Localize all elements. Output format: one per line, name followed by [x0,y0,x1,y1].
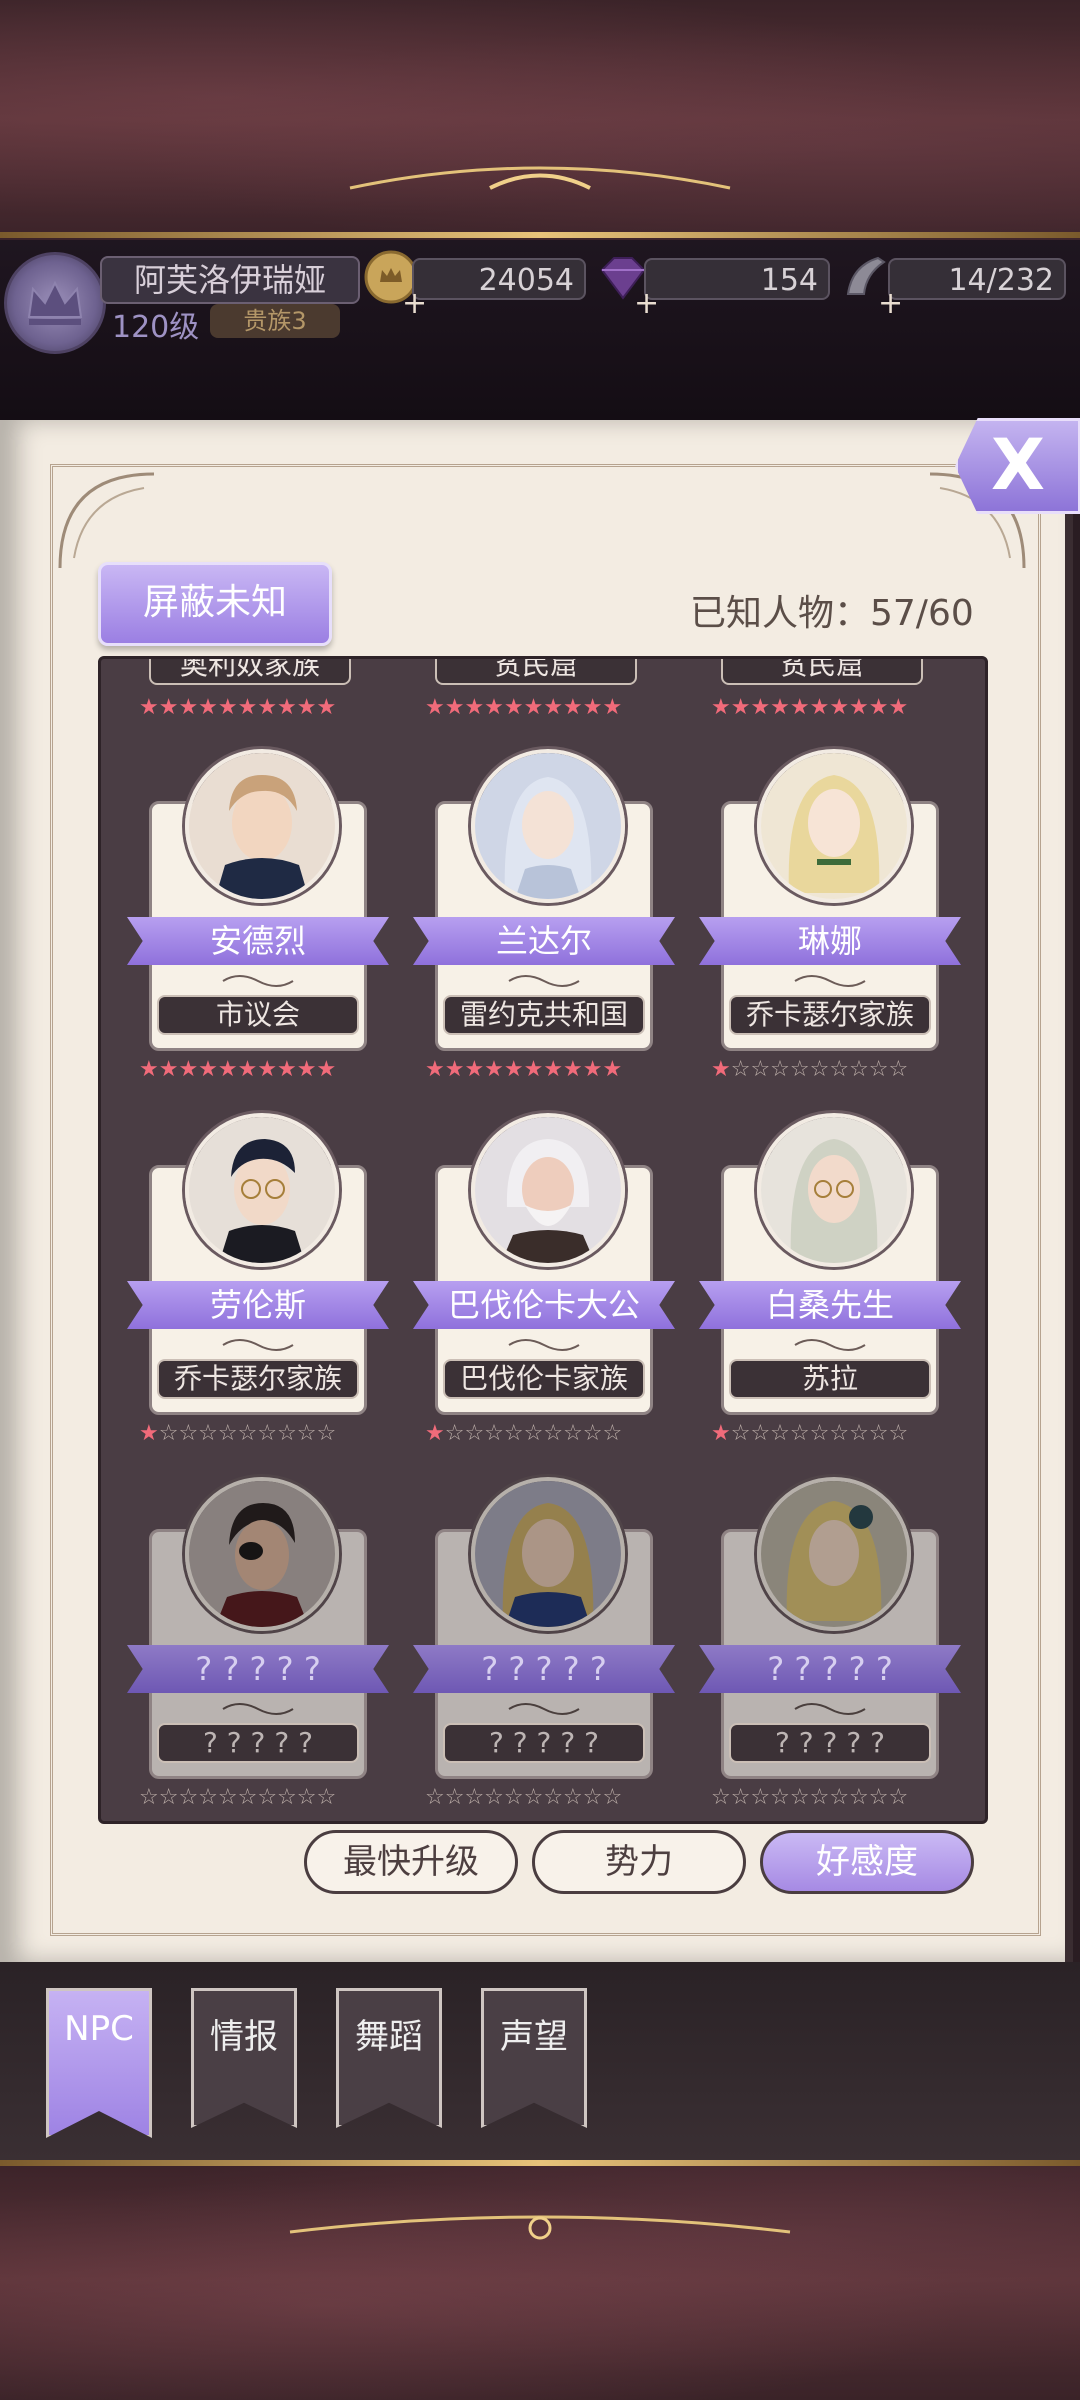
npc-faction: 苏拉 [729,1359,931,1399]
npc-portrait [471,749,625,903]
gem-amount: 154 [644,258,830,300]
npc-faction: 巴伐伦卡家族 [443,1359,645,1399]
npc-card[interactable]: 劳伦斯 乔卡瑟尔家族 [127,1113,389,1415]
npc-faction: ? ? ? ? ? [443,1723,645,1763]
npc-faction: 乔卡瑟尔家族 [729,995,931,1035]
npc-name: 劳伦斯 [127,1281,389,1329]
gold-ornament-icon [349,166,731,190]
npc-card-locked[interactable]: ? ? ? ? ? ? ? ? ? ? [413,1477,675,1779]
npc-name: 兰达尔 [413,917,675,965]
npc-name: 白桑先生 [699,1281,961,1329]
npc-card[interactable]: 安德烈 市议会 [127,749,389,1051]
tab-intel[interactable]: 情报 [191,1988,297,2128]
stamina-amount: 14/232 [888,258,1066,300]
npc-faction: ? ? ? ? ? [157,1723,359,1763]
affinity-stars: ★★★★★★★★★★ [425,695,623,720]
player-name: 阿芙洛伊瑞娅 [100,256,360,304]
npc-portrait [185,1113,339,1267]
npc-name: 巴伐伦卡大公 [413,1281,675,1329]
tab-reputation[interactable]: 声望 [481,1988,587,2128]
sort-fastest-upgrade-button[interactable]: 最快升级 [304,1830,518,1894]
tab-dance[interactable]: 舞蹈 [336,1988,442,2128]
npc-card[interactable]: 琳娜 乔卡瑟尔家族 [699,749,961,1051]
add-gold-icon[interactable]: + [402,286,427,321]
npc-portrait [757,749,911,903]
crown-icon [27,280,83,325]
affinity-stars: ☆☆☆☆☆☆☆☆☆☆ [139,1785,337,1810]
npc-portrait [185,749,339,903]
affinity-stars: ★★★★★★★★★★ [711,695,909,720]
card-faction: 贫民窟 [721,659,923,685]
gold-ornament-icon [289,2215,791,2240]
bottom-tab-bar: NPC 情报 舞蹈 声望 [0,1962,1080,2160]
card-faction: 贫民窟 [435,659,637,685]
npc-card-locked[interactable]: ? ? ? ? ? ? ? ? ? ? [699,1477,961,1779]
npc-portrait [471,1477,625,1631]
affinity-stars: ★☆☆☆☆☆☆☆☆☆ [711,1057,909,1082]
npc-faction: 市议会 [157,995,359,1035]
affinity-stars: ☆☆☆☆☆☆☆☆☆☆ [425,1785,623,1810]
flourish-icon [222,1339,294,1351]
npc-portrait [185,1477,339,1631]
npc-faction: 乔卡瑟尔家族 [157,1359,359,1399]
flourish-icon [794,1703,866,1715]
npc-portrait [471,1113,625,1267]
npc-card[interactable]: 巴伐伦卡大公 巴伐伦卡家族 [413,1113,675,1415]
flourish-icon [508,1339,580,1351]
bottom-decorative-band [0,2160,1080,2400]
player-level: 120级 [112,310,200,345]
flourish-icon [508,975,580,987]
player-rank-badge: 贵族3 [210,304,340,338]
npc-faction: 雷约克共和国 [443,995,645,1035]
partial-card: 奥利奴家族 [141,659,359,687]
npc-name: ? ? ? ? ? [127,1645,389,1693]
card-faction: 奥利奴家族 [149,659,351,685]
affinity-stars: ★☆☆☆☆☆☆☆☆☆ [425,1421,623,1446]
affinity-stars: ☆☆☆☆☆☆☆☆☆☆ [711,1785,909,1810]
affinity-stars: ★★★★★★★★★★ [139,695,337,720]
gold-amount: 24054 [412,258,586,300]
npc-card[interactable]: 兰达尔 雷约克共和国 [413,749,675,1051]
npc-name: 安德烈 [127,917,389,965]
flourish-icon [794,975,866,987]
npc-card-locked[interactable]: ? ? ? ? ? ? ? ? ? ? [127,1477,389,1779]
affinity-stars: ★★★★★★★★★★ [139,1057,337,1082]
character-grid[interactable]: 奥利奴家族 贫民窟 贫民窟 ★★★★★★★★★★ ★★★★★★★★★★ ★★★★… [98,656,988,1824]
npc-name: ? ? ? ? ? [413,1645,675,1693]
add-gem-icon[interactable]: + [634,286,659,321]
flourish-icon [794,1339,866,1351]
hide-unknown-button[interactable]: 屏蔽未知 [98,562,332,646]
sort-affinity-button[interactable]: 好感度 [760,1830,974,1894]
flourish-icon [508,1703,580,1715]
npc-name: 琳娜 [699,917,961,965]
tab-npc[interactable]: NPC [46,1988,152,2138]
partial-card: 贫民窟 [427,659,645,687]
npc-name: ? ? ? ? ? [699,1645,961,1693]
player-avatar[interactable] [4,252,106,354]
add-stamina-icon[interactable]: + [878,286,903,321]
flourish-icon [222,975,294,987]
npc-portrait [757,1477,911,1631]
close-button[interactable]: X [955,418,1080,514]
npc-portrait [757,1113,911,1267]
known-characters-count: 已知人物：57/60 [690,593,974,634]
sort-faction-button[interactable]: 势力 [532,1830,746,1894]
flourish-icon [222,1703,294,1715]
top-decorative-band [0,0,1080,240]
npc-faction: ? ? ? ? ? [729,1723,931,1763]
affinity-stars: ★☆☆☆☆☆☆☆☆☆ [139,1421,337,1446]
npc-card[interactable]: 白桑先生 苏拉 [699,1113,961,1415]
partial-card: 贫民窟 [713,659,931,687]
affinity-stars: ★★★★★★★★★★ [425,1057,623,1082]
status-bar: 阿芙洛伊瑞娅 120级 贵族3 24054 + 154 + 14/232 + [0,240,1080,420]
affinity-stars: ★☆☆☆☆☆☆☆☆☆ [711,1421,909,1446]
